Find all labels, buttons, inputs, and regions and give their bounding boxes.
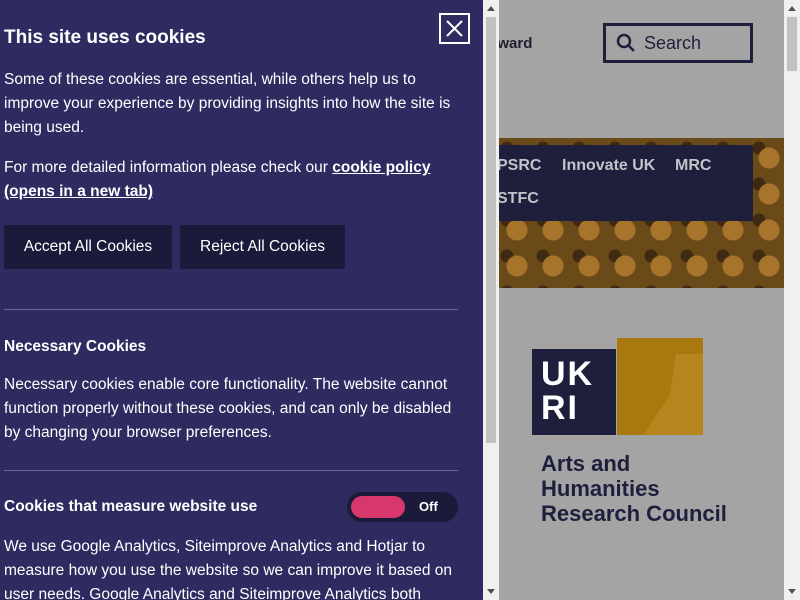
ukri-logo-letters: UK RI (541, 355, 595, 427)
reject-all-cookies-button[interactable]: Reject All Cookies (180, 225, 345, 269)
council-name-line-2: Humanities (541, 476, 660, 501)
council-name-line-3: Research Council (541, 501, 727, 526)
cookie-intro-text: Some of these cookies are essential, whi… (4, 71, 451, 136)
cookie-more-info: For more detailed information please che… (4, 156, 454, 204)
cookie-panel-scrollbar[interactable] (483, 0, 499, 600)
more-info-prefix: For more detailed information please che… (4, 159, 333, 176)
nav-item-innovate-uk[interactable]: Innovate UK (562, 157, 655, 175)
search-icon (616, 33, 635, 52)
council-name-line-1: Arts and (541, 451, 631, 476)
nav-item-mrc[interactable]: MRC (675, 157, 711, 175)
analytics-cookies-text: We use Google Analytics, Siteimprove Ana… (4, 538, 453, 600)
cookie-consent-panel: This site uses cookies Some of these coo… (0, 0, 483, 600)
close-button[interactable] (439, 13, 470, 44)
accept-all-cookies-button[interactable]: Accept All Cookies (4, 225, 172, 269)
cookie-panel-scrollbar-thumb[interactable] (486, 17, 496, 443)
council-nav: PSRC Innovate UK MRC STFC (497, 145, 753, 221)
toggle-knob[interactable] (351, 496, 405, 518)
divider (4, 309, 458, 310)
toggle-state-label: Off (419, 499, 438, 514)
scroll-down-arrow-icon[interactable] (788, 589, 796, 594)
cookie-panel-title: This site uses cookies (4, 27, 206, 48)
page-scrollbar[interactable] (784, 0, 800, 600)
search-label: Search (644, 32, 702, 53)
nav-item-psrc[interactable]: PSRC (497, 157, 541, 175)
scroll-up-arrow-icon[interactable] (788, 6, 796, 11)
analytics-cookies-toggle[interactable]: Off (347, 492, 458, 522)
scroll-up-arrow-icon[interactable] (487, 6, 495, 11)
scroll-down-arrow-icon[interactable] (487, 589, 495, 594)
necessary-cookies-title: Necessary Cookies (4, 338, 147, 355)
necessary-cookies-text: Necessary cookies enable core functional… (4, 376, 452, 441)
council-name: Arts and Humanities Research Council (541, 451, 727, 526)
divider (4, 470, 458, 471)
analytics-cookies-title: Cookies that measure website use (4, 498, 258, 515)
nav-item-stfc[interactable]: STFC (497, 190, 539, 208)
close-icon (446, 20, 463, 37)
page-scrollbar-thumb[interactable] (787, 17, 797, 71)
search-button[interactable]: Search (603, 23, 753, 63)
